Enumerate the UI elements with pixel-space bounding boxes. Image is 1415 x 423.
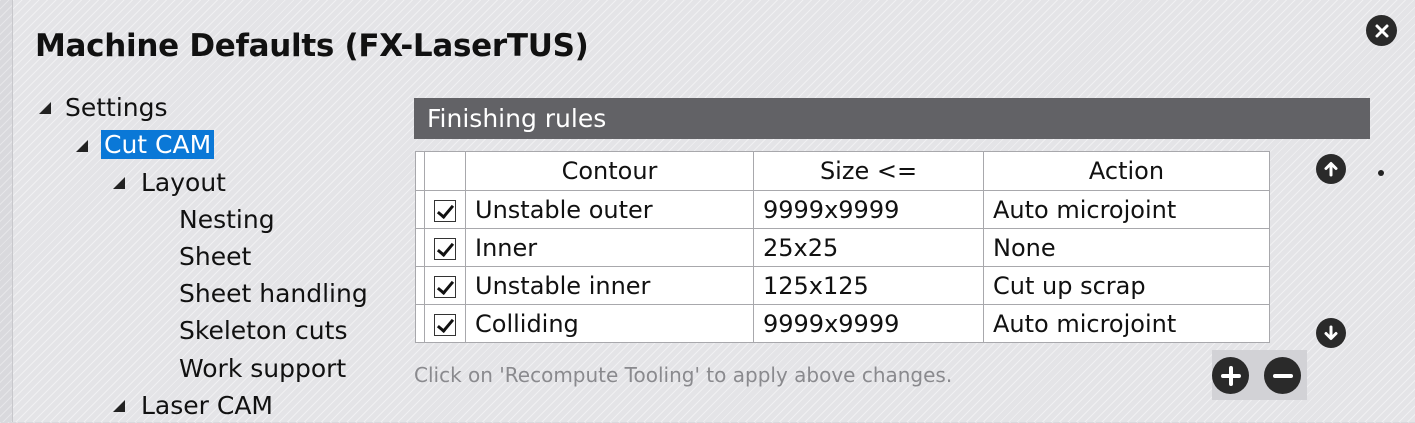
tree-item-nesting[interactable]: Nesting xyxy=(179,203,275,237)
size-cell[interactable]: 25x25 xyxy=(753,228,984,267)
row-enabled-checkbox[interactable] xyxy=(434,313,456,336)
plus-glyph xyxy=(1220,365,1241,386)
plus-icon[interactable] xyxy=(1212,357,1249,394)
table-row[interactable]: Inner 25x25 None xyxy=(415,228,1270,267)
minus-icon[interactable] xyxy=(1264,357,1301,394)
table-header-row: Contour Size <= Action xyxy=(415,151,1270,191)
arrow-down-icon[interactable] xyxy=(1316,318,1346,348)
action-cell[interactable]: Auto microjoint xyxy=(983,304,1270,343)
tree-item-skeleton-cuts[interactable]: Skeleton cuts xyxy=(179,314,347,348)
row-enabled-checkbox[interactable] xyxy=(434,237,456,260)
size-cell[interactable]: 9999x9999 xyxy=(753,304,984,343)
tree-item-cut-cam-label: Cut CAM xyxy=(101,130,215,159)
tree-item-cut-cam[interactable]: Cut CAM xyxy=(101,128,215,162)
row-header-cell[interactable] xyxy=(415,228,425,267)
tree-item-work-support[interactable]: Work support xyxy=(179,352,346,386)
checkbox-column-header xyxy=(424,151,466,191)
tree-item-sheet-handling[interactable]: Sheet handling xyxy=(179,277,368,311)
arrow-up-icon[interactable] xyxy=(1316,154,1346,184)
row-header-cell[interactable] xyxy=(415,304,425,343)
finishing-rules-table: Contour Size <= Action Unstable outer 99… xyxy=(415,151,1270,343)
contour-cell[interactable]: Unstable outer xyxy=(465,190,754,229)
row-header-cell[interactable] xyxy=(415,266,425,305)
action-cell[interactable]: None xyxy=(983,228,1270,267)
recompute-hint: Click on 'Recompute Tooling' to apply ab… xyxy=(414,363,953,387)
column-header-contour[interactable]: Contour xyxy=(465,151,754,191)
column-header-action[interactable]: Action xyxy=(983,151,1270,191)
close-icon[interactable] xyxy=(1366,15,1397,46)
arrow-up-glyph xyxy=(1324,162,1338,177)
column-header-size[interactable]: Size <= xyxy=(753,151,984,191)
row-enabled-checkbox[interactable] xyxy=(434,199,456,222)
table-row[interactable]: Colliding 9999x9999 Auto microjoint xyxy=(415,304,1270,343)
tree-item-sheet[interactable]: Sheet xyxy=(179,240,251,274)
close-icon-glyph xyxy=(1375,24,1388,37)
tree-item-layout[interactable]: Layout xyxy=(141,166,226,200)
action-cell[interactable]: Cut up scrap xyxy=(983,266,1270,305)
scroll-indicator-dot xyxy=(1378,170,1384,176)
dialog-title: Machine Defaults (FX-LaserTUS) xyxy=(35,28,589,64)
size-cell[interactable]: 125x125 xyxy=(753,266,984,305)
tree-item-laser-cam[interactable]: Laser CAM xyxy=(141,389,273,423)
expand-arrow-icon[interactable] xyxy=(76,140,88,152)
minus-glyph xyxy=(1272,373,1293,378)
size-cell[interactable]: 9999x9999 xyxy=(753,190,984,229)
table-row[interactable]: Unstable inner 125x125 Cut up scrap xyxy=(415,266,1270,305)
contour-cell[interactable]: Colliding xyxy=(465,304,754,343)
arrow-down-glyph xyxy=(1324,325,1338,340)
expand-arrow-icon[interactable] xyxy=(113,177,125,189)
action-cell[interactable]: Auto microjoint xyxy=(983,190,1270,229)
expand-arrow-icon[interactable] xyxy=(113,400,125,412)
expand-arrow-icon[interactable] xyxy=(39,102,51,114)
machine-defaults-dialog: Machine Defaults (FX-LaserTUS) Settings … xyxy=(12,0,1415,422)
table-row[interactable]: Unstable outer 9999x9999 Auto microjoint xyxy=(415,190,1270,229)
finishing-rules-header: Finishing rules xyxy=(414,98,1370,139)
tree-item-settings[interactable]: Settings xyxy=(65,91,168,125)
contour-cell[interactable]: Inner xyxy=(465,228,754,267)
contour-cell[interactable]: Unstable inner xyxy=(465,266,754,305)
row-header-cell[interactable] xyxy=(415,190,425,229)
row-header-cell xyxy=(415,151,425,191)
row-enabled-checkbox[interactable] xyxy=(434,275,456,298)
